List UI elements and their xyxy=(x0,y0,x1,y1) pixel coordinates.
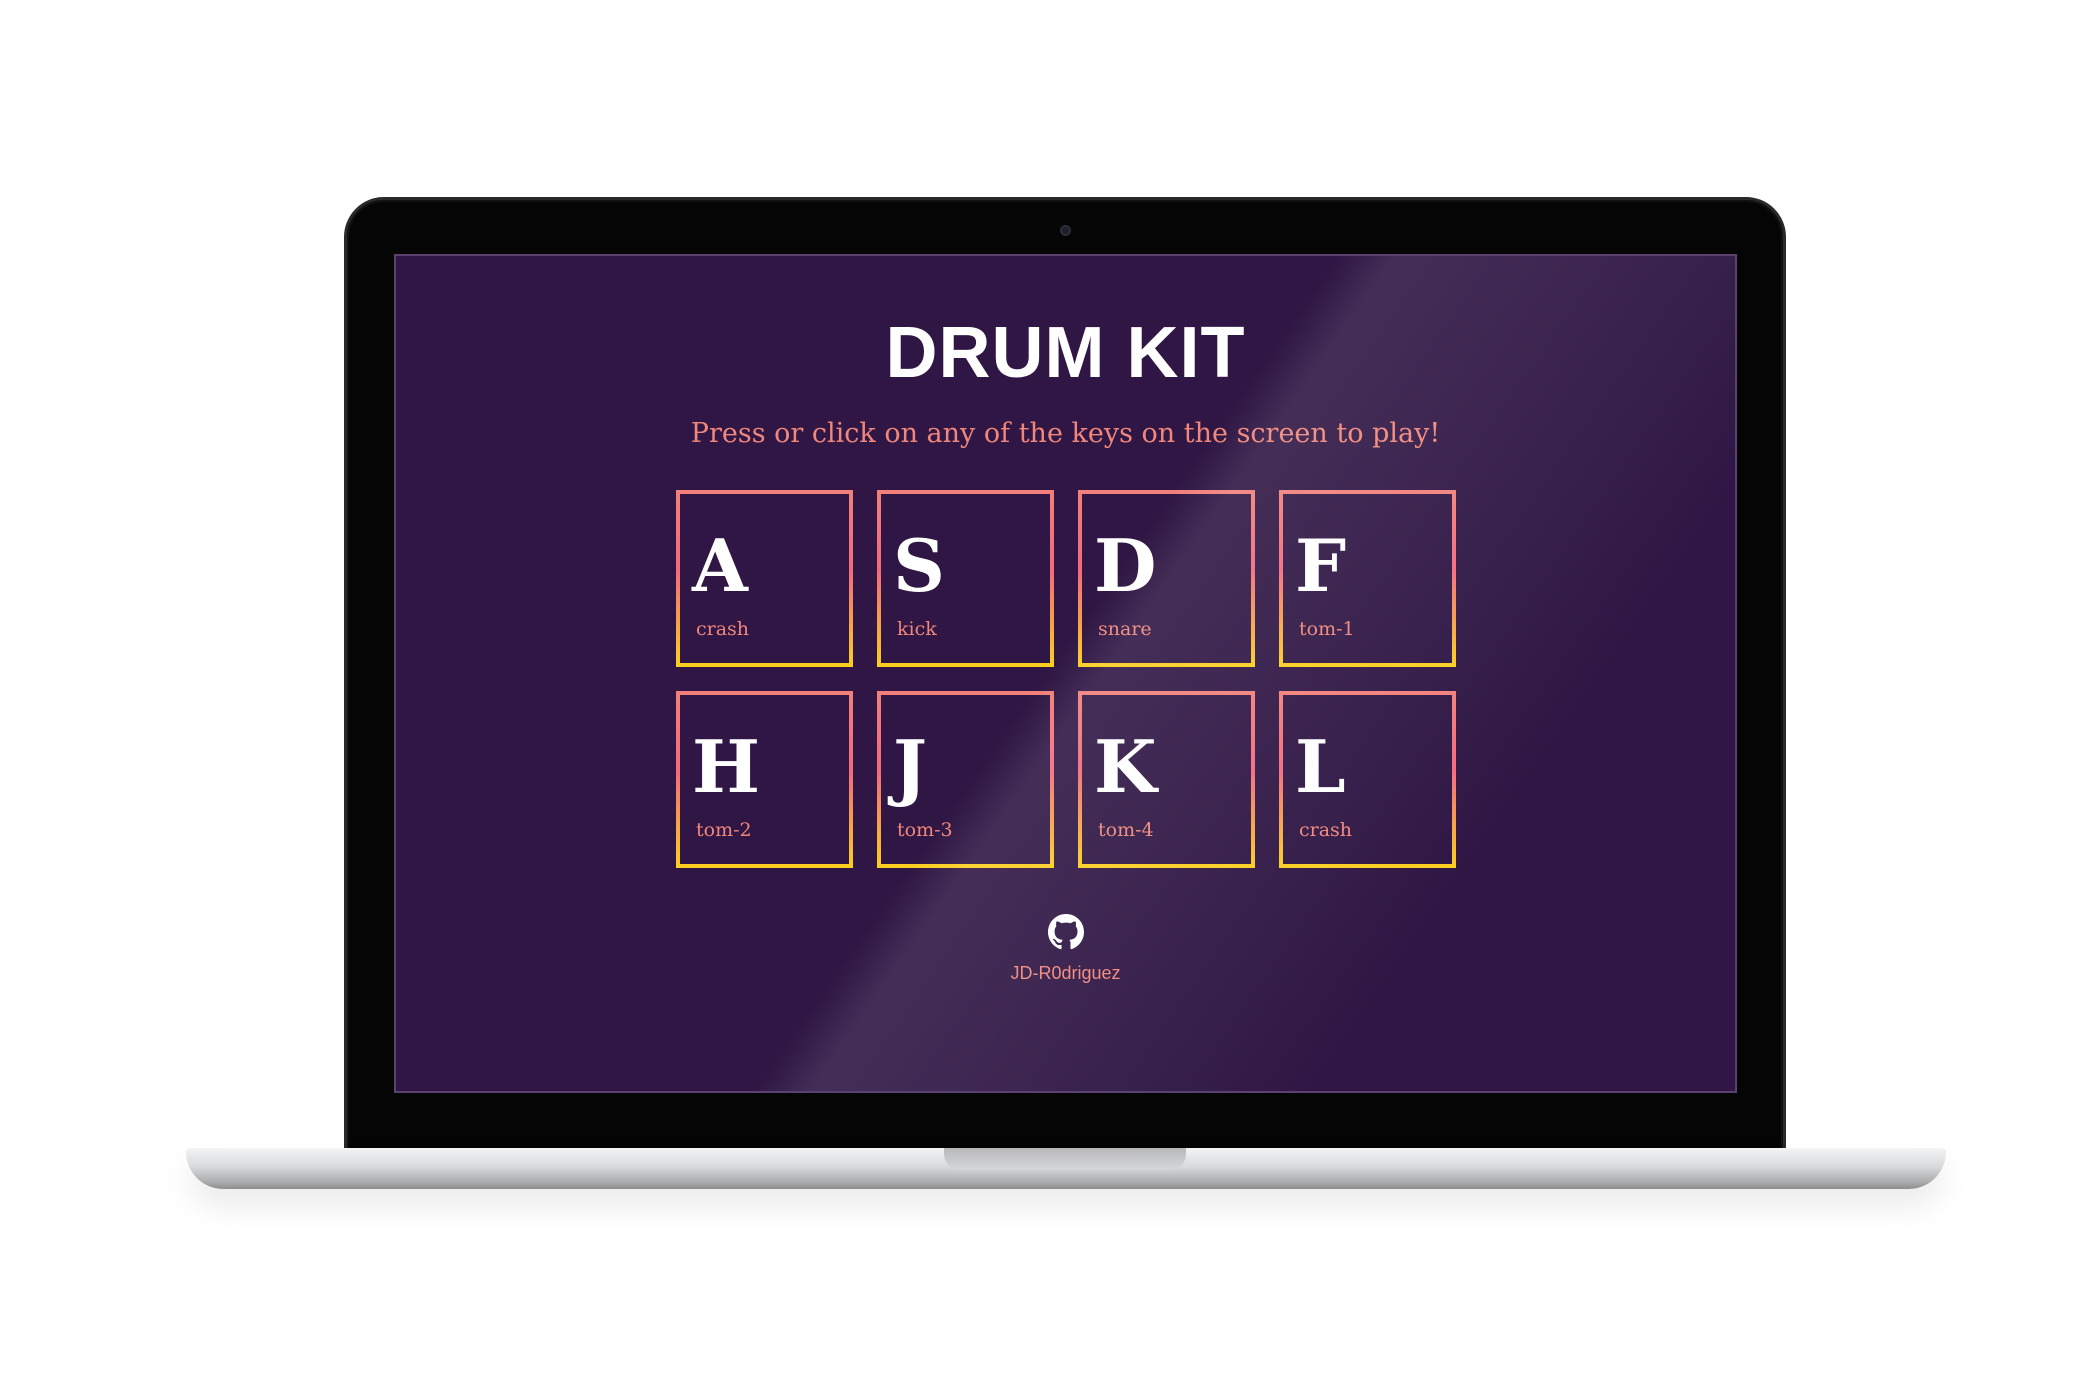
github-link[interactable]: JD-R0driguez xyxy=(396,914,1735,984)
key-letter: A xyxy=(692,523,748,608)
key-sound-label: crash xyxy=(1299,819,1353,841)
drum-key-s[interactable]: S kick xyxy=(877,490,1054,667)
key-letter: D xyxy=(1094,523,1157,608)
page-title: DRUM KIT xyxy=(885,313,1246,393)
laptop-base-notch xyxy=(944,1148,1186,1170)
github-username: JD-R0driguez xyxy=(1010,963,1121,983)
key-sound-label: tom-4 xyxy=(1098,819,1154,841)
camera-icon xyxy=(1060,225,1071,236)
key-sound-label: crash xyxy=(696,618,750,640)
key-letter: S xyxy=(893,523,945,608)
key-sound-label: kick xyxy=(897,618,937,640)
key-sound-label: tom-2 xyxy=(696,819,752,841)
drum-key-f[interactable]: F tom-1 xyxy=(1279,490,1456,667)
drum-key-l[interactable]: L crash xyxy=(1279,691,1456,868)
drum-key-k[interactable]: K tom-4 xyxy=(1078,691,1255,868)
key-sound-label: tom-1 xyxy=(1299,618,1355,640)
drum-key-d[interactable]: D snare xyxy=(1078,490,1255,667)
key-letter: L xyxy=(1295,724,1346,809)
drum-key-j[interactable]: J tom-3 xyxy=(877,691,1054,868)
key-letter: F xyxy=(1295,523,1347,608)
key-letter: J xyxy=(893,724,928,809)
github-icon xyxy=(1047,914,1084,950)
key-sound-label: snare xyxy=(1098,618,1152,640)
drum-key-h[interactable]: H tom-2 xyxy=(676,691,853,868)
subtitle: Press or click on any of the keys on the… xyxy=(690,418,1441,449)
drum-keys: A crash S kick D snare F tom-1 H tom-2 J… xyxy=(676,490,1462,868)
laptop-screen: DRUM KIT Press or click on any of the ke… xyxy=(394,254,1737,1093)
key-sound-label: tom-3 xyxy=(897,819,953,841)
key-letter: H xyxy=(692,724,761,809)
key-letter: K xyxy=(1094,724,1157,809)
drum-key-a[interactable]: A crash xyxy=(676,490,853,667)
